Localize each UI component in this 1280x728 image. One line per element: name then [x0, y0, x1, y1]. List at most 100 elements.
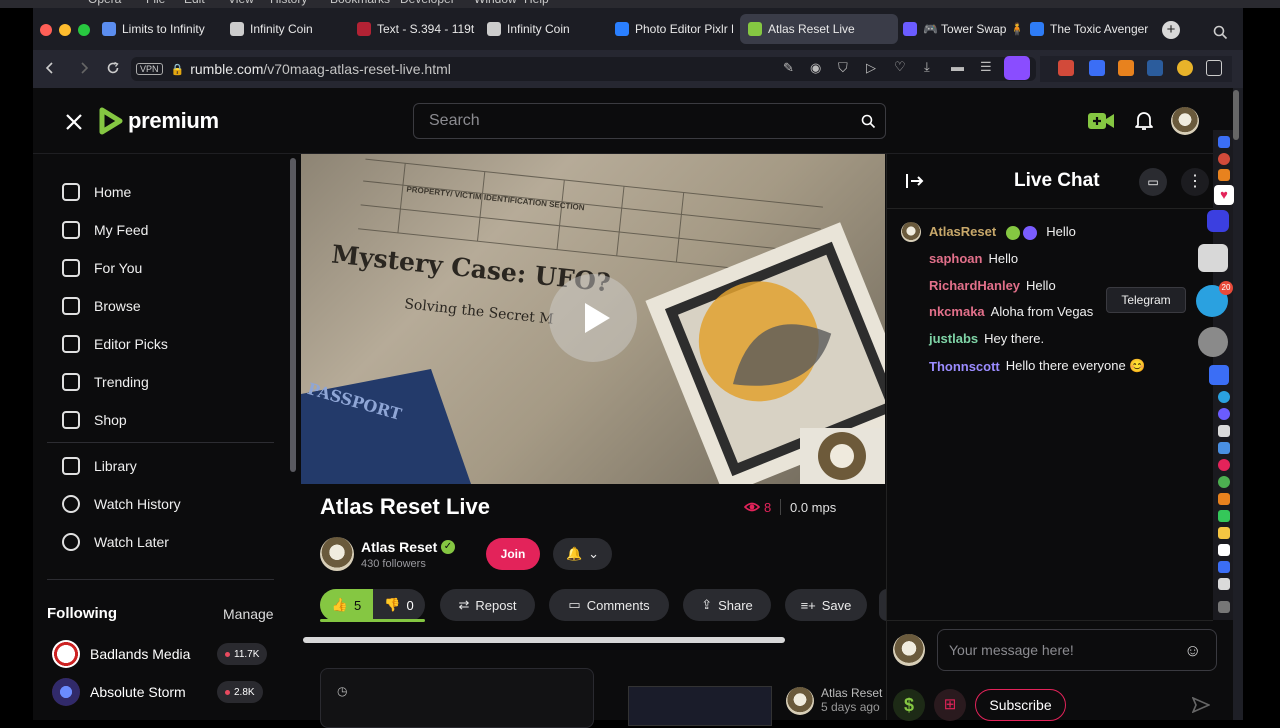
dislike-button[interactable]: 👎 0	[373, 589, 425, 621]
sidebar-item-trending[interactable]: Trending	[62, 373, 149, 391]
menubar-item[interactable]: Bookmarks	[330, 0, 390, 6]
side-app-icon[interactable]	[1209, 365, 1229, 385]
trash-icon[interactable]	[1218, 601, 1230, 613]
subscribe-button[interactable]: Subscribe	[975, 689, 1066, 721]
menubar-item[interactable]: History	[270, 0, 307, 6]
channel-avatar[interactable]	[320, 537, 354, 571]
related-video-thumbnail[interactable]	[628, 686, 772, 726]
browser-tab[interactable]: Photo Editor Pixlr F	[615, 14, 733, 44]
side-app-icon[interactable]	[1218, 169, 1230, 181]
settings-gear-icon[interactable]	[1198, 327, 1228, 357]
favorites-heart-icon[interactable]: ♥	[1214, 185, 1234, 205]
comments-button[interactable]: ▭ Comments	[549, 589, 669, 621]
side-app-icon[interactable]	[1218, 459, 1230, 471]
notification-dropdown-button[interactable]: 🔔 ⌄	[553, 538, 612, 570]
forward-icon[interactable]	[78, 62, 90, 74]
join-button[interactable]: Join	[486, 538, 540, 570]
notifications-bell-icon[interactable]	[1134, 110, 1154, 132]
shield-icon[interactable]: ⛉	[838, 60, 848, 76]
related-channel-avatar[interactable]	[786, 687, 814, 715]
go-live-icon[interactable]	[1087, 110, 1115, 132]
calculator-icon[interactable]	[1198, 244, 1228, 272]
side-app-icon[interactable]	[1207, 210, 1229, 232]
download-icon[interactable]: ⤓	[924, 59, 930, 75]
related-channel-name[interactable]: Atlas Reset	[821, 686, 882, 700]
menubar-item[interactable]: Window	[474, 0, 517, 6]
battery-icon[interactable]: ▬	[951, 59, 964, 74]
emoji-picker-icon[interactable]: ☺	[1184, 641, 1201, 661]
menubar-item[interactable]: View	[228, 0, 254, 6]
minimize-window-button[interactable]	[59, 24, 71, 36]
profile-button[interactable]	[1004, 56, 1030, 80]
side-app-icon[interactable]	[1218, 527, 1230, 539]
side-app-icon[interactable]	[1218, 408, 1230, 420]
play-icon[interactable]	[582, 301, 612, 335]
channel-name[interactable]: Atlas Reset	[361, 539, 437, 555]
sidebar-item-watch-later[interactable]: Watch Later	[62, 533, 169, 551]
browser-tab[interactable]: Infinity Coin	[230, 14, 350, 44]
new-tab-button[interactable]: +	[1162, 21, 1180, 39]
repost-button[interactable]: ⇄ Repost	[440, 589, 535, 621]
share-button[interactable]: ⇪ Share	[683, 589, 771, 621]
menubar-item[interactable]: Developer	[400, 0, 455, 6]
browser-tab[interactable]: Limits to Infinity	[102, 14, 222, 44]
close-window-button[interactable]	[40, 24, 52, 36]
collapse-chat-icon[interactable]	[905, 172, 925, 190]
menubar-item[interactable]: Edit	[184, 0, 205, 6]
actions-horizontal-scrollbar[interactable]	[303, 637, 785, 643]
search-icon[interactable]	[861, 114, 876, 129]
browser-tab[interactable]: Text - S.394 - 119t	[357, 14, 479, 44]
logo-text[interactable]: premium	[128, 108, 219, 134]
side-app-icon[interactable]	[1218, 442, 1230, 454]
coin-extension-icon[interactable]	[1177, 60, 1193, 76]
chat-username[interactable]: RichardHanley	[929, 278, 1020, 293]
side-app-icon[interactable]	[1218, 578, 1230, 590]
menubar-item[interactable]: File	[146, 0, 165, 6]
popout-chat-icon[interactable]: ▭	[1139, 168, 1167, 196]
close-icon[interactable]	[64, 112, 84, 132]
side-app-icon[interactable]	[1218, 136, 1230, 148]
send-message-icon[interactable]	[1192, 697, 1210, 713]
menubar-item[interactable]: Help	[524, 0, 549, 6]
chat-username[interactable]: AtlasReset	[929, 224, 996, 239]
like-button[interactable]: 👍 5	[320, 589, 373, 621]
side-app-icon[interactable]	[1218, 561, 1230, 573]
sidebar-item-library[interactable]: Library	[62, 457, 137, 475]
metamask-extension-icon[interactable]	[1118, 60, 1134, 76]
send-icon[interactable]: ▷	[866, 60, 876, 76]
browser-tab[interactable]: The Toxic Avenger	[1030, 14, 1156, 44]
vpn-badge[interactable]: VPN	[136, 63, 163, 75]
maximize-window-button[interactable]	[78, 24, 90, 36]
sidebar-item-editor-picks[interactable]: Editor Picks	[62, 335, 168, 353]
side-app-icon[interactable]	[1218, 510, 1230, 522]
rumble-logo-icon[interactable]	[98, 107, 124, 135]
side-app-icon[interactable]	[1218, 544, 1230, 556]
rant-dollar-icon[interactable]: $	[893, 689, 925, 721]
sidebar-item-home[interactable]: Home	[62, 183, 131, 201]
side-app-icon[interactable]	[1218, 476, 1230, 488]
pixel-extension-icon[interactable]	[1147, 60, 1163, 76]
browser-tab[interactable]: 🎮 Tower Swap 🧍	[903, 14, 1025, 44]
sidebar-item-watch-history[interactable]: Watch History	[62, 495, 181, 513]
manage-link[interactable]: Manage	[223, 606, 274, 622]
chat-username[interactable]: saphoan	[929, 251, 982, 266]
user-avatar[interactable]	[1171, 107, 1199, 135]
sidebar-item-my-feed[interactable]: My Feed	[62, 221, 148, 239]
heart-icon[interactable]: ♡	[894, 59, 906, 75]
side-app-icon[interactable]	[1218, 425, 1230, 437]
chat-options-icon[interactable]: ⋮	[1181, 168, 1209, 196]
sidebar-item-for-you[interactable]: For You	[62, 259, 142, 277]
following-item-badlands[interactable]: Badlands Media	[52, 640, 190, 668]
page-scrollbar[interactable]	[1233, 90, 1239, 140]
reload-icon[interactable]	[106, 61, 120, 75]
menubar-item[interactable]: Opera	[88, 0, 121, 6]
cube-extension-icon[interactable]	[1206, 60, 1222, 76]
sidebar-item-browse[interactable]: Browse	[62, 297, 141, 315]
following-item-absolute-storm[interactable]: Absolute Storm	[52, 678, 186, 706]
gift-icon[interactable]: ⊞	[934, 689, 966, 721]
chat-username[interactable]: Thonnscott	[929, 359, 1000, 374]
chat-username[interactable]: nkcmaka	[929, 304, 985, 319]
edit-icon[interactable]: ✎	[783, 60, 794, 76]
menu-icon[interactable]: ☰	[980, 59, 992, 75]
sidebar-scrollbar[interactable]	[290, 158, 296, 472]
